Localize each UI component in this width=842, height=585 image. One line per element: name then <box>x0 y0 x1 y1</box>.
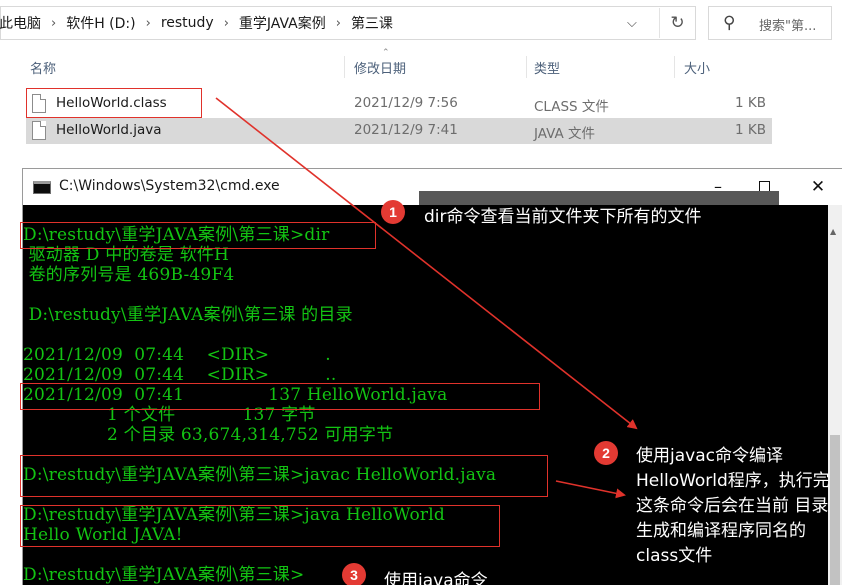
cmd-title-bar[interactable]: C:\Windows\System32\cmd.exe – ✕ <box>23 169 842 211</box>
address-bar[interactable]: 此电脑 › 软件H (D:) › restudy › 重学JAVA案例 › 第三… <box>0 6 696 40</box>
highlight-box-java-run <box>20 505 500 547</box>
breadcrumb-separator-icon: › <box>223 15 229 31</box>
file-date: 2021/12/9 7:56 <box>354 95 458 111</box>
breadcrumb-java-cases[interactable]: 重学JAVA案例 <box>235 13 330 33</box>
file-date: 2021/12/9 7:41 <box>354 122 458 138</box>
search-box[interactable]: ⚲ 搜索"第... <box>708 6 832 40</box>
chevron-down-icon[interactable]: ⌵ <box>627 16 637 31</box>
breadcrumb-drive[interactable]: 软件H (D:) <box>62 13 139 33</box>
search-input[interactable]: 搜索"第... <box>759 15 816 34</box>
highlight-box-class-file <box>26 88 202 118</box>
console-line: 2021/12/09 07:44 <DIR> . <box>23 345 331 365</box>
annotation-note-1: dir命令查看当前文件夹下所有的文件 <box>424 207 702 227</box>
annotation-badge-3: 3 <box>342 563 366 585</box>
file-size: 1 KB <box>735 95 766 111</box>
console-line: 2 个目录 63,674,314,752 可用字节 <box>23 425 394 445</box>
column-header-type[interactable]: 类型 <box>534 58 560 77</box>
column-header-date[interactable]: 修改日期 <box>354 58 406 77</box>
file-explorer: 此电脑 › 软件H (D:) › restudy › 重学JAVA案例 › 第三… <box>0 0 842 160</box>
sort-chevron-icon: ⌃ <box>382 48 390 58</box>
column-header-name[interactable]: 名称 <box>30 58 56 77</box>
file-size: 1 KB <box>735 122 766 138</box>
breadcrumb-restudy[interactable]: restudy <box>157 15 218 31</box>
file-icon <box>32 121 46 140</box>
column-headers: ⌃ 名称 修改日期 类型 大小 <box>0 48 772 80</box>
file-type: CLASS 文件 <box>534 99 609 115</box>
console-icon <box>33 181 51 194</box>
annotation-badge-2: 2 <box>594 441 618 465</box>
console-line: D:\restudy\重学JAVA案例\第三课 的目录 <box>23 305 353 325</box>
console-line: 卷的序列号是 469B-49F4 <box>23 265 235 285</box>
file-name: HelloWorld.java <box>56 122 162 138</box>
column-divider[interactable] <box>344 56 345 78</box>
console-line: D:\restudy\重学JAVA案例\第三课> <box>23 565 305 585</box>
breadcrumb-separator-icon: › <box>51 15 57 31</box>
scroll-up-icon[interactable]: ▲ <box>830 227 836 236</box>
breadcrumb: 此电脑 › 软件H (D:) › restudy › 重学JAVA案例 › 第三… <box>0 7 397 39</box>
file-type: JAVA 文件 <box>534 126 596 142</box>
breadcrumb-separator-icon: › <box>335 15 341 31</box>
highlight-box-java-file-listing <box>20 383 540 410</box>
column-header-size[interactable]: 大小 <box>684 58 710 77</box>
annotation-note-3: 使用java命令 <box>384 571 488 585</box>
column-divider[interactable] <box>674 56 675 78</box>
file-row-selected[interactable]: HelloWorld.java 2021/12/9 7:41 JAVA 文件 1… <box>26 118 772 144</box>
refresh-icon[interactable]: ↻ <box>659 8 695 38</box>
search-icon: ⚲ <box>723 13 736 33</box>
highlight-box-javac-command <box>20 455 548 497</box>
cmd-window-title: C:\Windows\System32\cmd.exe <box>59 178 280 194</box>
column-divider[interactable] <box>526 56 527 78</box>
console-line: 2021/12/09 07:44 <DIR> .. <box>23 365 337 385</box>
annotation-badge-1: 1 <box>381 200 405 224</box>
breadcrumb-this-pc[interactable]: 此电脑 <box>0 13 45 33</box>
highlight-box-dir-command <box>20 222 376 249</box>
close-button[interactable]: ✕ <box>795 173 841 201</box>
breadcrumb-lesson-three[interactable]: 第三课 <box>347 13 397 33</box>
breadcrumb-separator-icon: › <box>145 15 151 31</box>
annotation-note-2: 使用javac命令编译HelloWorld程序，执行完这条命令后会在当前 目录生… <box>636 446 830 566</box>
